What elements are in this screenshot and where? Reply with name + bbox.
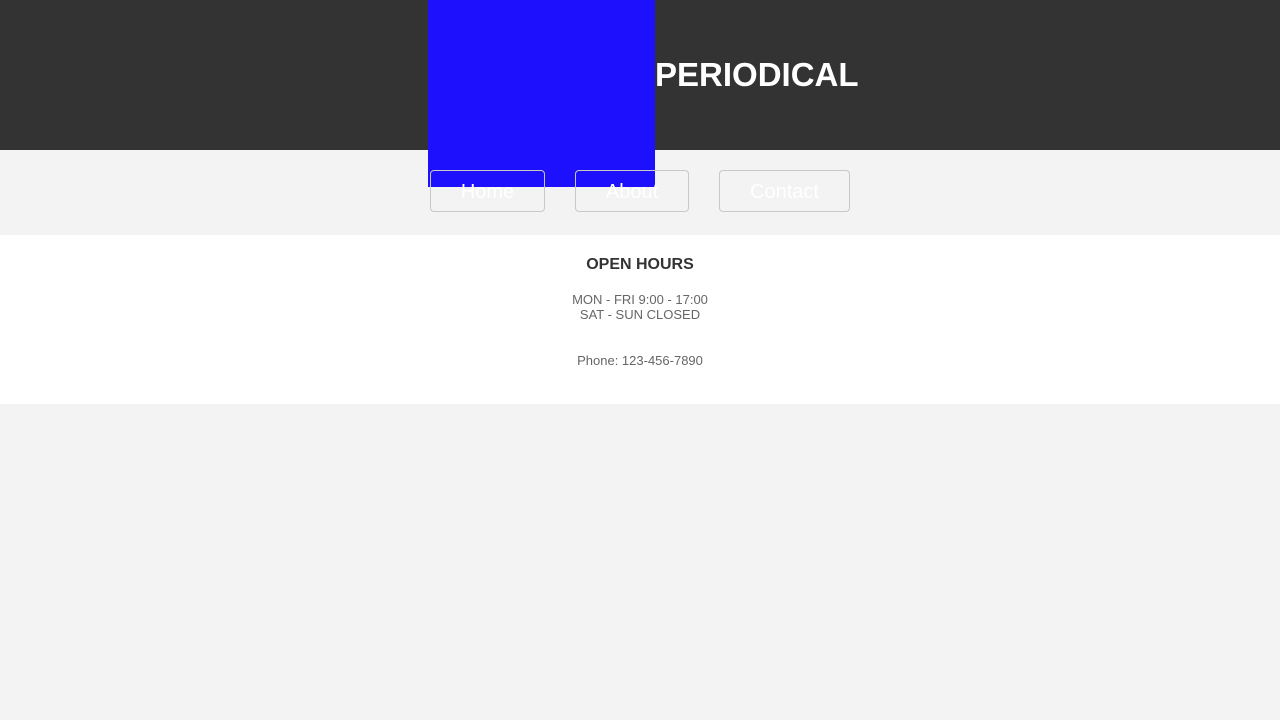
site-header: PERIODICAL	[0, 0, 1280, 187]
hours-weekend: SAT - SUN CLOSED	[579, 307, 701, 322]
nav-home-button[interactable]: Home	[430, 170, 545, 212]
phone-number: Phone: 123-456-7890	[577, 353, 703, 368]
nav-about-button[interactable]: About	[575, 170, 689, 212]
hours-list: MON - FRI 9:00 - 17:00 SAT - SUN CLOSED	[0, 292, 1280, 322]
open-hours-title: OPEN HOURS	[586, 256, 694, 273]
nav-contact-button[interactable]: Contact	[719, 170, 850, 212]
hours-weekdays: MON - FRI 9:00 - 17:00	[572, 292, 708, 307]
site-title: PERIODICAL	[655, 56, 859, 93]
logo-image	[428, 0, 655, 187]
open-hours-section: OPEN HOURS MON - FRI 9:00 - 17:00 SAT - …	[0, 235, 1280, 404]
